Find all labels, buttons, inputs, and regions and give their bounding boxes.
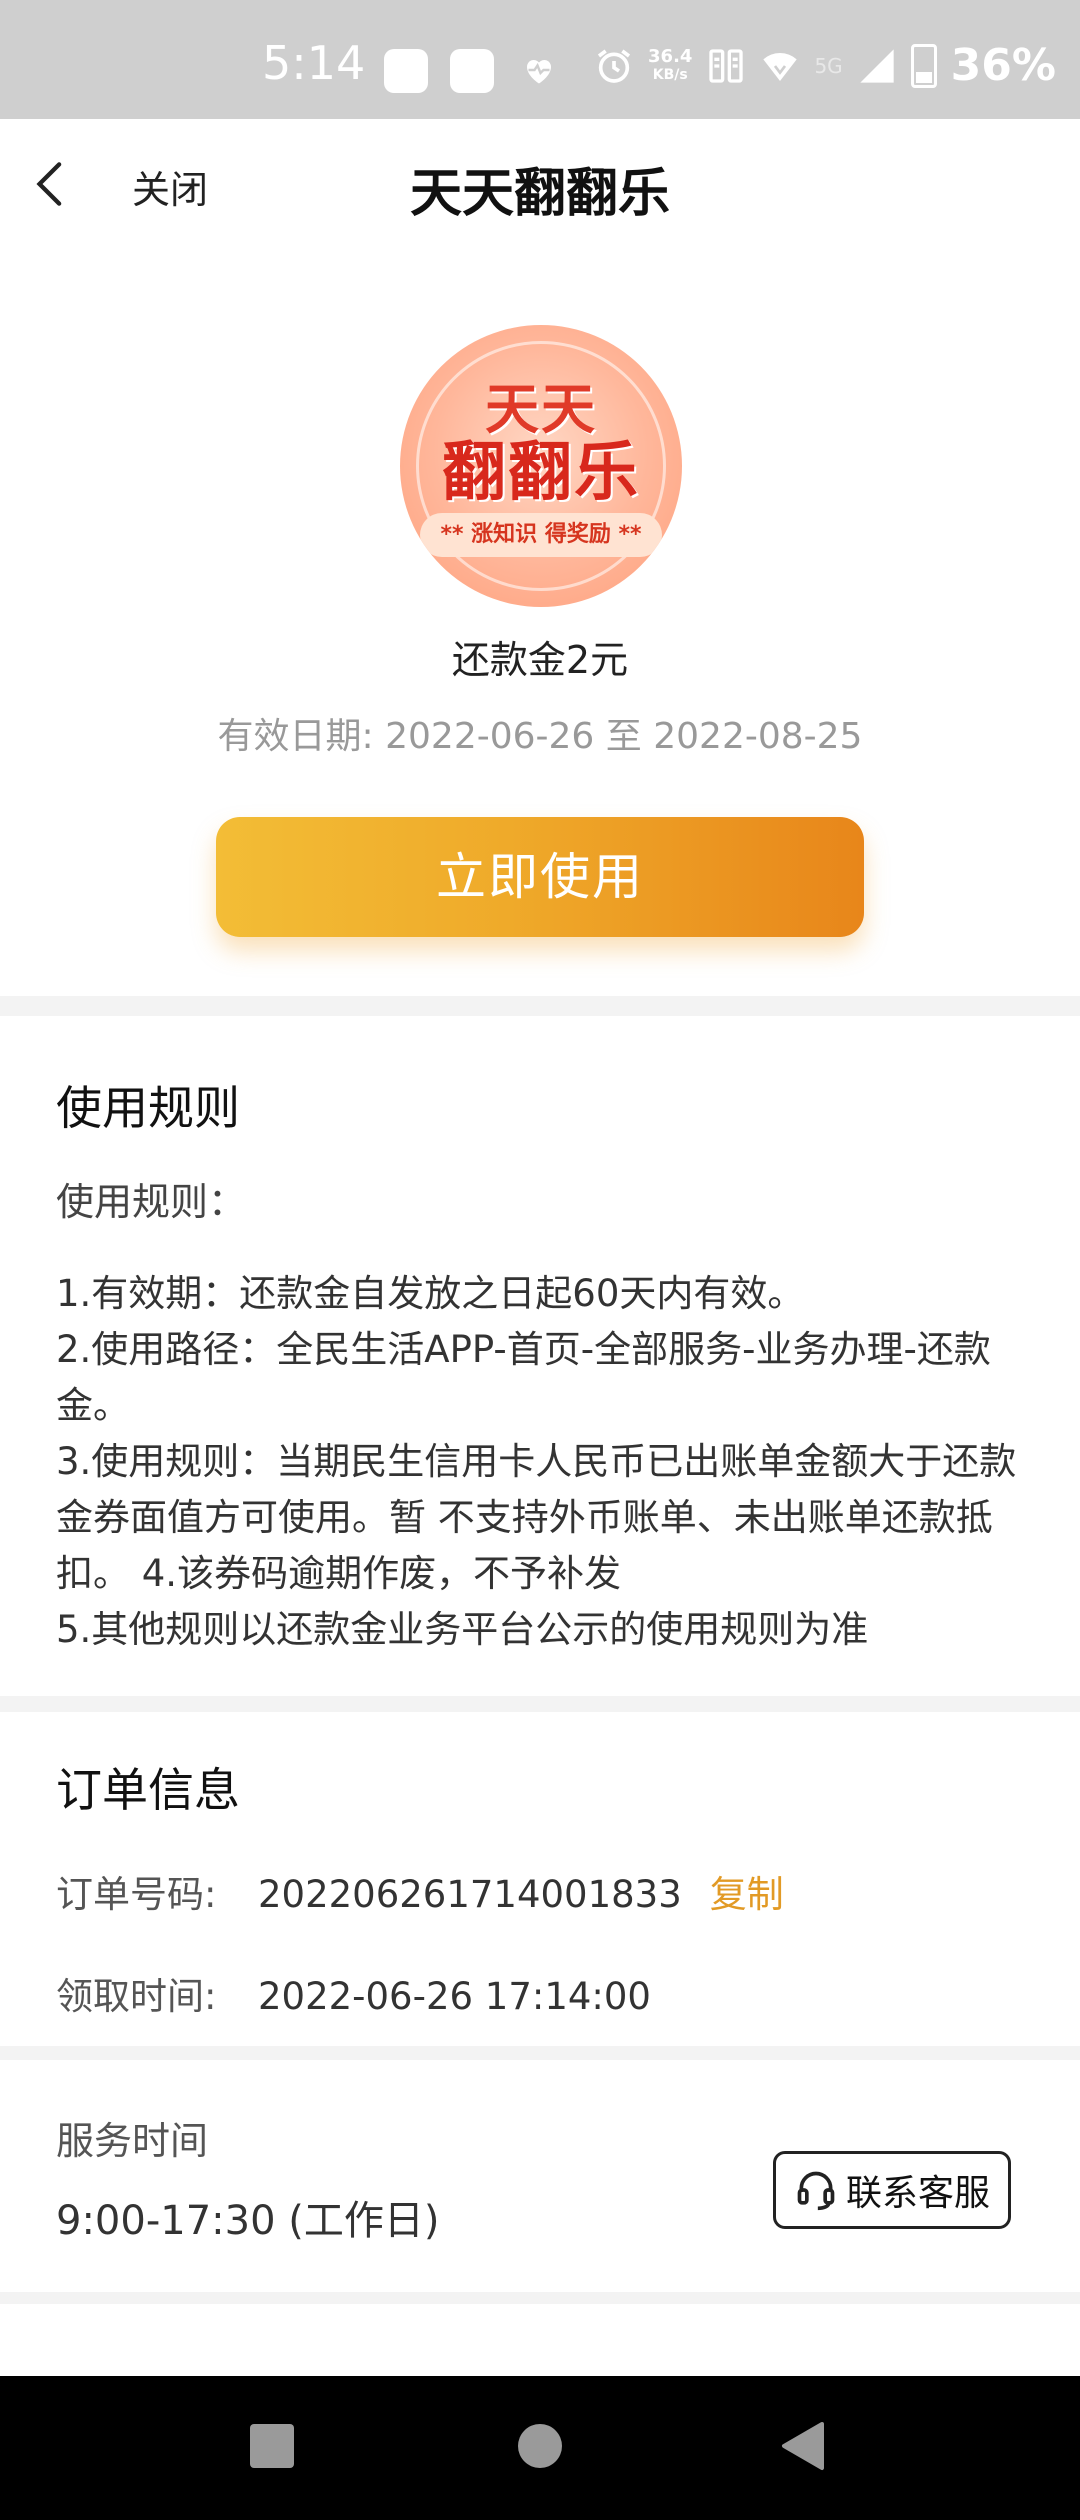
reward-card: 天天 翻翻乐 ** 涨知识 得奖励 ** 还款金2元 有效日期: 2022-06…: [0, 249, 1080, 996]
claim-time: 2022-06-26 17:14:00: [258, 1975, 651, 2018]
claim-time-label: 领取时间:: [56, 1975, 217, 2018]
headset-icon: [797, 2171, 835, 2211]
battery-percent: 36%: [950, 40, 1056, 91]
network-speed: 36.4 KB/s: [648, 45, 693, 83]
activity-logo: 天天 翻翻乐 ** 涨知识 得奖励 **: [400, 325, 682, 607]
logo-text-line2: 翻翻乐: [442, 436, 640, 510]
section-divider: [0, 1696, 1080, 1712]
recents-button[interactable]: [250, 2424, 294, 2468]
copy-button[interactable]: 复制: [710, 1873, 784, 1916]
use-now-button[interactable]: 立即使用: [216, 817, 864, 937]
validity-label: 有效日期:: [217, 716, 374, 757]
contact-service-label: 联系客服: [845, 2173, 990, 2214]
order-number-label: 订单号码:: [56, 1873, 217, 1916]
section-divider: [0, 2046, 1080, 2060]
rules-title: 使用规则: [56, 1081, 240, 1135]
alarm-icon: [597, 49, 631, 83]
status-time: 5:14: [262, 36, 366, 90]
status-icons: 36.4 KB/s 5G 36%: [594, 40, 1056, 91]
validity-end: 2022-08-25: [653, 716, 863, 757]
health-icon: [526, 59, 552, 84]
system-back-button[interactable]: [778, 2420, 826, 2472]
notification-icon: [450, 49, 494, 93]
claim-time-row: 领取时间: 2022-06-26 17:14:00: [56, 1966, 651, 2020]
section-divider: [0, 2292, 1080, 2304]
validity-separator: 至: [605, 716, 642, 757]
rules-subtitle: 使用规则：: [56, 1180, 247, 1224]
wifi-icon: [763, 52, 798, 81]
usage-rules-section: 使用规则 使用规则： 1.有效期：还款金自发放之日起60天内有效。 2.使用路径…: [0, 1016, 1080, 1696]
service-hours: 9:00-17:30 (工作日): [56, 2198, 440, 2244]
order-info-section: 订单信息 订单号码: 202206261714001833 复制 领取时间: 2022…: [0, 1712, 1080, 2046]
network-type: 5G: [814, 53, 843, 78]
data-icon: [709, 48, 744, 83]
order-number-row: 订单号码: 202206261714001833 复制: [56, 1864, 784, 1918]
reward-name: 还款金2元: [451, 638, 629, 682]
contact-service-button[interactable]: 联系客服: [773, 2151, 1011, 2229]
home-button[interactable]: [518, 2424, 562, 2468]
rule-line: 5.其他规则以还款金业务平台公示的使用规则为准: [56, 1608, 869, 1651]
rules-text: 1.有效期：还款金自发放之日起60天内有效。 2.使用路径：全民生活APP-首页…: [56, 1266, 1036, 1658]
status-bar: 5:14 36.4 KB/s 5G 36%: [0, 0, 1080, 119]
rule-line: 2.使用路径：全民生活APP-首页-全部服务-业务办理-还款金。: [56, 1328, 991, 1427]
rule-line: 1.有效期：还款金自发放之日起60天内有效。: [56, 1272, 805, 1315]
rule-line: 3.使用规则：当期民生信用卡人民币已出账单金额大于还款金券面值方可使用。暂 不支…: [56, 1440, 1017, 1595]
signal-icon: [860, 48, 894, 83]
logo-banner: ** 涨知识 得奖励 **: [420, 513, 662, 557]
system-nav-bar: [0, 2376, 1080, 2520]
order-title: 订单信息: [56, 1763, 240, 1817]
validity-start: 2022-06-26: [385, 716, 595, 757]
page-title: 天天翻翻乐: [409, 164, 670, 224]
order-number: 202206261714001833: [258, 1873, 682, 1916]
notification-icon: [384, 49, 428, 93]
battery-icon: [910, 43, 937, 88]
service-time-label: 服务时间: [56, 2119, 209, 2163]
validity-period: 有效日期: 2022-06-26 至 2022-08-25: [0, 707, 1080, 759]
top-nav: 关闭 天天翻翻乐: [0, 119, 1080, 249]
service-section: 服务时间 9:00-17:30 (工作日) 联系客服: [0, 2060, 1080, 2292]
section-divider: [0, 996, 1080, 1016]
